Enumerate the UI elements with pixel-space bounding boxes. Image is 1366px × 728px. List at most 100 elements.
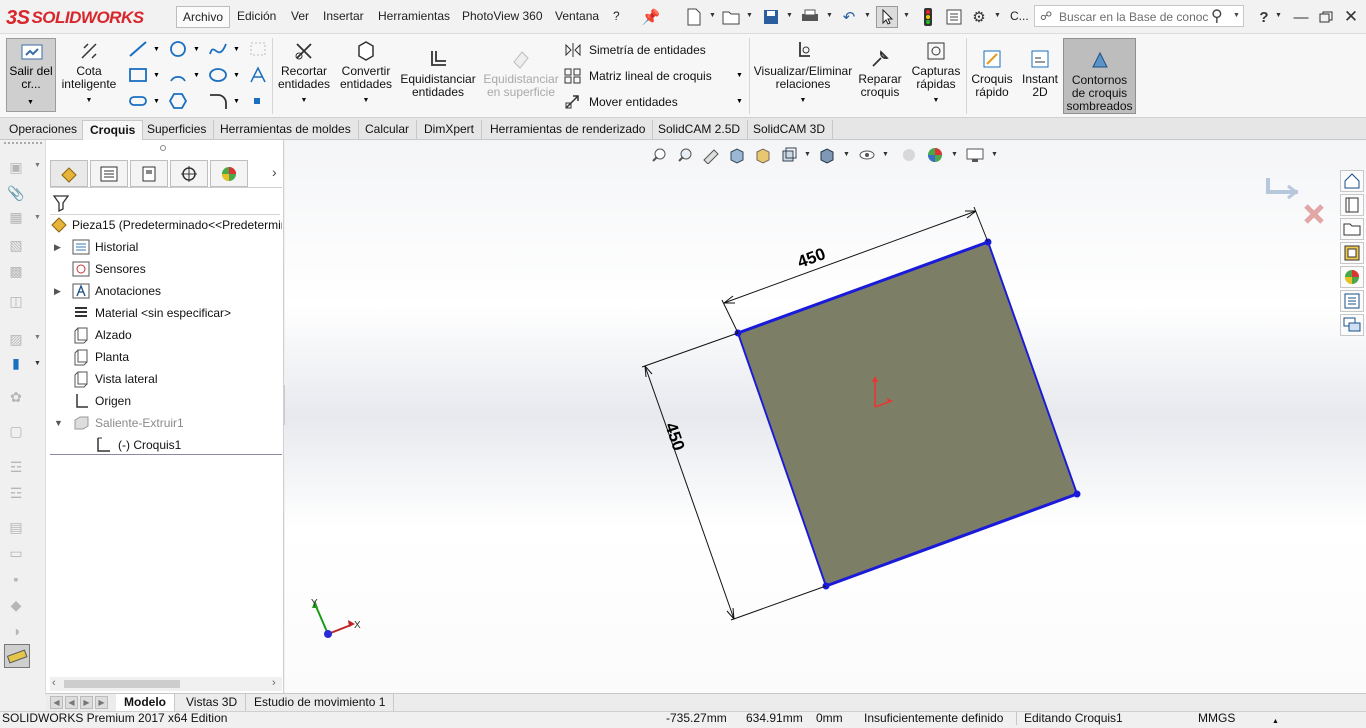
fillet-icon[interactable] xyxy=(208,92,228,110)
shaded-sketch-contours-button[interactable]: Contornos de croquis sombreados xyxy=(1063,38,1136,114)
snaps-dropdown-icon[interactable]: ▼ xyxy=(908,94,964,107)
file-explorer-button[interactable] xyxy=(1340,218,1364,240)
linear-pattern-dropdown-icon[interactable]: ▼ xyxy=(736,72,743,79)
convert-dropdown-icon[interactable]: ▼ xyxy=(336,94,396,107)
menu-ver[interactable]: Ver xyxy=(285,6,315,28)
collapse-arrow-icon[interactable]: ▼ xyxy=(54,413,63,433)
polygon-icon[interactable] xyxy=(168,92,188,110)
prev-tab-icon[interactable]: ◀ xyxy=(65,696,78,709)
toolbar-dropdown-icon[interactable]: ▼ xyxy=(34,162,41,169)
knowledge-search-input[interactable]: ☍ Buscar en la Base de conocimientos ⚲ ▼ xyxy=(1034,5,1244,27)
save-icon[interactable] xyxy=(760,6,782,28)
reference-geometry-icon[interactable]: ▮ xyxy=(6,354,26,372)
dimxpert-manager-tab[interactable] xyxy=(170,160,208,187)
last-tab-icon[interactable]: ▶ xyxy=(95,696,108,709)
tab-renderizado[interactable]: Herramientas de renderizado xyxy=(483,120,654,140)
menu-insertar[interactable]: Insertar xyxy=(317,6,370,28)
tree-root-part[interactable]: Pieza15 (Predeterminado<<Predeterminado>… xyxy=(50,215,282,235)
fillet-dropdown-icon[interactable]: ▼ xyxy=(233,98,240,105)
sketch-face[interactable] xyxy=(738,242,1077,586)
first-tab-icon[interactable]: ◀ xyxy=(50,696,63,709)
tree-item-historial[interactable]: ▶ Historial xyxy=(50,237,282,257)
tab-croquis[interactable]: Croquis xyxy=(82,120,144,140)
tree-item-origen[interactable]: Origen xyxy=(50,391,282,411)
tree-item-anotaciones[interactable]: ▶ Anotaciones xyxy=(50,281,282,301)
toolbar-dropdown-icon[interactable]: ▼ xyxy=(34,334,41,341)
expand-arrow-icon[interactable]: ▶ xyxy=(54,237,61,257)
menu-edicion[interactable]: Edición xyxy=(231,6,282,28)
curves-icon[interactable]: ▭ xyxy=(6,544,26,562)
tab-estudio-movimiento[interactable]: Estudio de movimiento 1 xyxy=(246,694,395,711)
pin-icon[interactable]: 📌 xyxy=(640,6,662,28)
tab-herramientas-moldes[interactable]: Herramientas de moldes xyxy=(213,120,359,140)
search-icon[interactable]: ⚲ xyxy=(1211,6,1223,26)
file-properties-icon[interactable] xyxy=(943,6,965,28)
instant2d-button[interactable]: Instant 2D xyxy=(1018,48,1062,99)
expand-arrow-icon[interactable]: ▶ xyxy=(54,281,61,301)
toolbar-dropdown-icon[interactable]: ▼ xyxy=(34,214,41,221)
tab-solidcam-25d[interactable]: SolidCAM 2.5D xyxy=(651,120,749,140)
configuration-manager-tab[interactable] xyxy=(130,160,168,187)
extrude-icon[interactable]: ▣ xyxy=(6,158,26,176)
minimize-icon[interactable]: — xyxy=(1290,6,1312,28)
surface-grid-icon[interactable] xyxy=(248,40,268,58)
exit-sketch-button[interactable]: Salir del cr... ▼ xyxy=(6,38,56,112)
scrollbar-thumb[interactable] xyxy=(64,680,180,688)
units-selector[interactable]: MMGS xyxy=(1198,712,1235,725)
dimension-left-value[interactable]: 450 xyxy=(661,420,688,453)
units-dropdown-icon[interactable]: ▲ xyxy=(1272,715,1279,728)
view-palette-button[interactable] xyxy=(1340,242,1364,264)
options-dropdown-icon[interactable]: ▼ xyxy=(994,12,1001,19)
horizontal-scrollbar[interactable]: ‹ › xyxy=(50,677,282,691)
arc-dropdown-icon[interactable]: ▼ xyxy=(193,72,200,79)
spline-dropdown-icon[interactable]: ▼ xyxy=(233,46,240,53)
tree-item-alzado[interactable]: Alzado xyxy=(50,325,282,345)
restore-icon[interactable] xyxy=(1315,6,1337,28)
tree-item-material[interactable]: Material <sin especificar> xyxy=(50,303,282,323)
menu-photoview[interactable]: PhotoView 360 xyxy=(456,6,549,28)
repair-sketch-button[interactable]: Reparar croquis xyxy=(856,48,904,99)
open-icon[interactable] xyxy=(720,6,742,28)
options-gear-icon[interactable]: ⚙ xyxy=(968,6,990,28)
tab-calcular[interactable]: Calcular xyxy=(358,120,418,140)
tab-operaciones[interactable]: Operaciones xyxy=(2,120,86,140)
design-library-button[interactable] xyxy=(1340,194,1364,216)
smart-dimension-button[interactable]: Cota inteligente ▼ xyxy=(58,40,120,107)
smart-dimension-dropdown-icon[interactable]: ▼ xyxy=(58,94,120,107)
new-dropdown-icon[interactable]: ▼ xyxy=(709,12,716,19)
rapid-sketch-button[interactable]: Croquis rápido xyxy=(968,48,1016,99)
search-dropdown-icon[interactable]: ▼ xyxy=(1233,12,1240,19)
display-manager-tab[interactable] xyxy=(210,160,248,187)
mold-icon[interactable]: ◆ xyxy=(6,596,26,614)
relations-dropdown-icon[interactable]: ▼ xyxy=(753,94,853,107)
print-dropdown-icon[interactable]: ▼ xyxy=(826,12,833,19)
property-manager-tab[interactable] xyxy=(90,160,128,187)
toolbar-dropdown-icon[interactable]: ▼ xyxy=(34,360,41,367)
tab-modelo[interactable]: Modelo xyxy=(116,694,175,711)
filter-icon[interactable] xyxy=(52,194,70,212)
instant3d-icon[interactable]: ▪ xyxy=(6,570,26,588)
undo-icon[interactable]: ↶ xyxy=(838,6,860,28)
cut-icon[interactable]: ◫ xyxy=(6,292,26,310)
tab-solidcam-3d[interactable]: SolidCAM 3D xyxy=(746,120,834,140)
menu-help[interactable]: ? xyxy=(607,6,626,28)
ellipse-dropdown-icon[interactable]: ▼ xyxy=(233,72,240,79)
forum-button[interactable] xyxy=(1340,314,1364,336)
open-dropdown-icon[interactable]: ▼ xyxy=(746,12,753,19)
close-icon[interactable]: ✕ xyxy=(1340,6,1362,28)
feature-tree-tab[interactable] xyxy=(50,160,88,187)
sketch-point[interactable] xyxy=(1073,490,1081,498)
offset-entities-button[interactable]: Equidistanciar entidades xyxy=(398,48,478,99)
next-tab-icon[interactable]: ▶ xyxy=(80,696,93,709)
help-icon[interactable]: ? xyxy=(1253,6,1275,28)
sketch-canvas[interactable]: 450 450 Y X xyxy=(285,140,1366,693)
linear-pattern-button[interactable]: Matriz lineal de croquis xyxy=(564,68,712,84)
menu-ventana[interactable]: Ventana xyxy=(549,6,605,28)
line-dropdown-icon[interactable]: ▼ xyxy=(153,46,160,53)
tree-item-croquis[interactable]: (-) Croquis1 xyxy=(50,435,282,455)
loft-icon[interactable]: ▩ xyxy=(6,262,26,280)
dome-icon[interactable]: ◑ xyxy=(6,622,26,640)
tree-item-sensores[interactable]: Sensores xyxy=(50,259,282,279)
tree-item-vista-lateral[interactable]: Vista lateral xyxy=(50,369,282,389)
tab-vistas-3d[interactable]: Vistas 3D xyxy=(178,694,247,711)
